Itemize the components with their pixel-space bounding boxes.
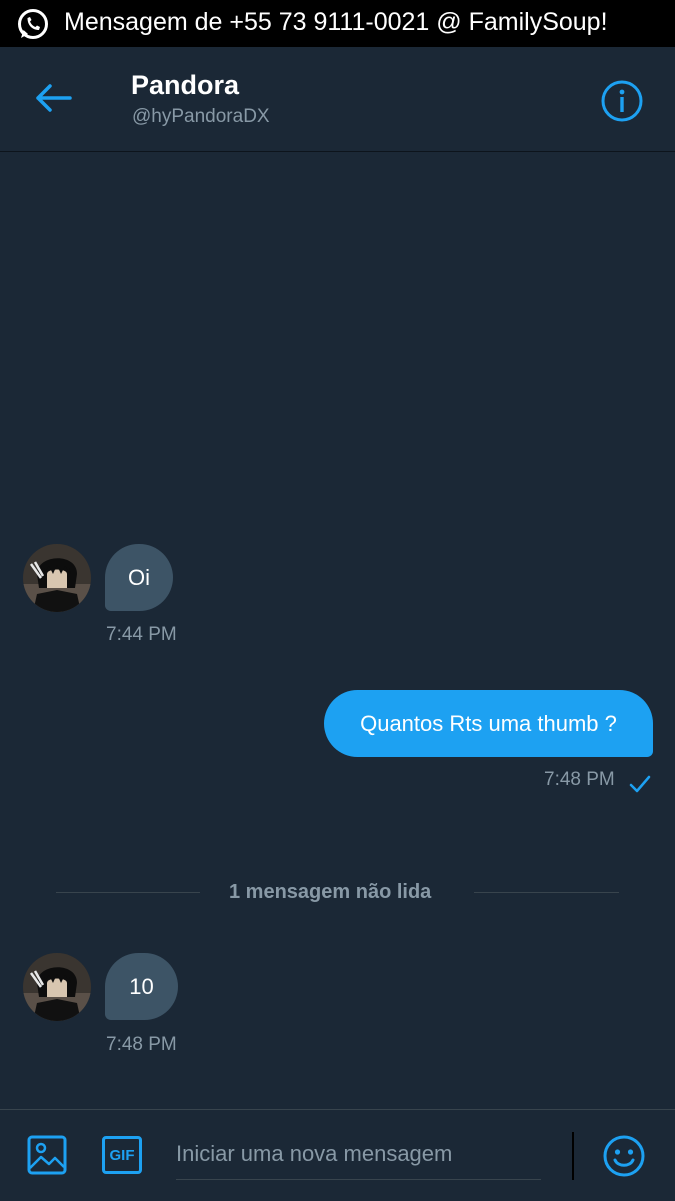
message-bubble-incoming[interactable]: 10 bbox=[105, 953, 178, 1020]
divider-line-right bbox=[474, 892, 619, 893]
notification-bar[interactable]: Mensagem de +55 73 9111-0021 @ FamilySou… bbox=[0, 0, 675, 47]
composer-separator bbox=[572, 1132, 574, 1180]
check-icon bbox=[629, 775, 651, 793]
gif-label: GIF bbox=[109, 1146, 135, 1164]
whatsapp-icon bbox=[18, 9, 48, 39]
emoji-icon[interactable] bbox=[603, 1135, 645, 1177]
arrow-left-icon[interactable] bbox=[34, 83, 72, 113]
notification-text: Mensagem de +55 73 9111-0021 @ FamilySou… bbox=[64, 8, 608, 36]
message-bubble-incoming[interactable]: Oi bbox=[105, 544, 173, 611]
unread-divider: 1 mensagem não lida bbox=[229, 881, 432, 903]
avatar[interactable] bbox=[23, 544, 91, 612]
image-icon[interactable] bbox=[27, 1135, 67, 1175]
message-input[interactable] bbox=[176, 1128, 541, 1180]
divider-line-left bbox=[56, 892, 200, 893]
avatar-image bbox=[23, 544, 91, 612]
avatar[interactable] bbox=[23, 953, 91, 1021]
gif-button[interactable]: GIF bbox=[102, 1136, 142, 1174]
avatar-image bbox=[23, 953, 91, 1021]
info-icon[interactable] bbox=[601, 80, 643, 122]
contact-handle[interactable]: @hyPandoraDX bbox=[132, 106, 270, 128]
message-time: 7:44 PM bbox=[106, 624, 177, 645]
message-text: Quantos Rts uma thumb ? bbox=[360, 710, 617, 736]
message-text: 10 bbox=[129, 973, 154, 999]
message-time: 7:48 PM bbox=[106, 1034, 177, 1055]
message-text: Oi bbox=[128, 564, 150, 590]
message-bubble-outgoing[interactable]: Quantos Rts uma thumb ? bbox=[324, 690, 653, 757]
message-time: 7:48 PM bbox=[544, 769, 615, 790]
conversation-header: Pandora @hyPandoraDX bbox=[0, 47, 675, 152]
contact-name[interactable]: Pandora bbox=[131, 70, 239, 101]
